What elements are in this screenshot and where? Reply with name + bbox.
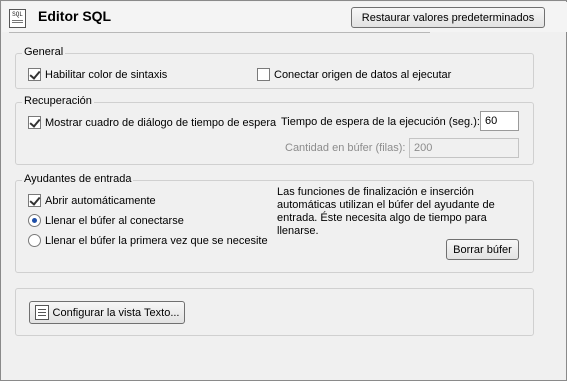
title-divider <box>9 32 430 33</box>
sql-editor-options-panel: SQL Editor SQL Restaurar valores predete… <box>0 0 567 381</box>
sql-file-icon: SQL <box>9 9 26 28</box>
connect-source-label: Conectar origen de datos al ejecutar <box>274 68 452 81</box>
sql-icon-label: SQL <box>12 11 23 18</box>
restore-defaults-button[interactable]: Restaurar valores predeterminados <box>351 7 545 28</box>
general-legend: General <box>22 46 66 58</box>
syntax-color-check-icon[interactable] <box>28 68 41 81</box>
connect-source-check-icon[interactable] <box>257 68 270 81</box>
syntax-color-checkbox[interactable]: Habilitar color de sintaxis <box>28 68 167 81</box>
fill-on-connect-radio[interactable]: Llenar el búfer al conectarse <box>28 214 184 227</box>
fill-on-connect-radio-icon[interactable] <box>28 214 41 227</box>
clear-buffer-button[interactable]: Borrar búfer <box>446 239 519 260</box>
recovery-legend: Recuperación <box>22 95 94 107</box>
timeout-label: Tiempo de espera de la ejecución (seg.): <box>281 116 480 128</box>
fill-first-needed-radio[interactable]: Llenar el búfer la primera vez que se ne… <box>28 234 268 247</box>
fill-on-connect-label: Llenar el búfer al conectarse <box>45 214 184 227</box>
entry-helpers-description: Las funciones de finalización e inserció… <box>277 186 495 237</box>
text-view-settings-icon <box>34 305 49 320</box>
auto-open-check-icon[interactable] <box>28 194 41 207</box>
configure-text-view-label: Configurar la vista Texto... <box>52 306 180 319</box>
show-timeout-dialog-checkbox[interactable]: Mostrar cuadro de diálogo de tiempo de e… <box>28 116 276 129</box>
fill-first-needed-label: Llenar el búfer la primera vez que se ne… <box>45 234 268 247</box>
auto-open-checkbox[interactable]: Abrir automáticamente <box>28 194 156 207</box>
timeout-input[interactable]: 60 <box>480 111 519 131</box>
syntax-color-label: Habilitar color de sintaxis <box>45 68 168 81</box>
buffer-amount-label: Cantidad en búfer (filas): <box>285 142 406 154</box>
show-timeout-dialog-label: Mostrar cuadro de diálogo de tiempo de e… <box>45 116 277 129</box>
page-title: Editor SQL <box>38 8 112 24</box>
buffer-amount-input: 200 <box>409 138 519 158</box>
connect-source-checkbox[interactable]: Conectar origen de datos al ejecutar <box>257 68 451 81</box>
fill-first-needed-radio-icon[interactable] <box>28 234 41 247</box>
configure-text-view-button[interactable]: Configurar la vista Texto... <box>29 301 185 324</box>
auto-open-label: Abrir automáticamente <box>45 194 156 207</box>
show-timeout-dialog-check-icon[interactable] <box>28 116 41 129</box>
entry-helpers-legend: Ayudantes de entrada <box>22 173 134 185</box>
